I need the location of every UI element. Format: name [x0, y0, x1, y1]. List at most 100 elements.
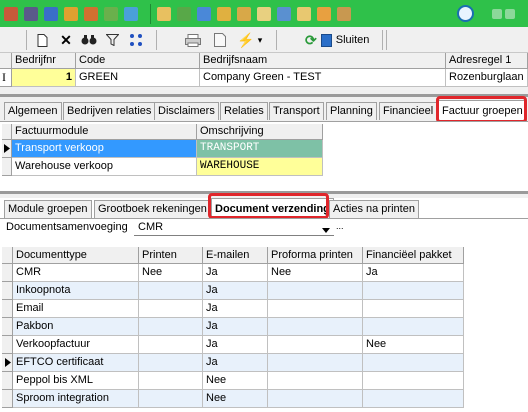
cell-adresregel[interactable]: Rozenburglaan — [446, 69, 528, 87]
horizontal-splitter[interactable] — [0, 94, 528, 97]
doc-cell-proforma[interactable] — [268, 354, 363, 372]
header-emailen[interactable]: E-mailen — [203, 247, 268, 264]
filter-icon[interactable] — [104, 31, 120, 49]
cell-factuurmodule-0[interactable]: Transport verkoop — [12, 140, 197, 158]
ellipsis-button[interactable]: ... — [336, 221, 344, 231]
tab-transport[interactable]: Transport — [269, 102, 324, 120]
header-omschrijving[interactable]: Omschrijving — [197, 124, 323, 140]
doc-cell-financieel[interactable]: Ja — [363, 264, 464, 282]
users-icon[interactable] — [64, 6, 78, 21]
tab-relaties[interactable]: Relaties — [220, 102, 268, 120]
header-code[interactable]: Code — [76, 53, 200, 69]
tab-document-verzending[interactable]: Document verzending — [211, 198, 334, 220]
doc-cell-emailen[interactable]: Nee — [203, 372, 268, 390]
doc-cell-financieel[interactable] — [363, 372, 464, 390]
header-bedrijfsnaam[interactable]: Bedrijfsnaam — [200, 53, 446, 69]
doc-cell-proforma[interactable] — [268, 282, 363, 300]
doc-cell-printen[interactable] — [139, 300, 203, 318]
sluiten-button[interactable]: ⟳ Sluiten — [301, 30, 373, 50]
doc-samenvoeging-select[interactable]: CMR — [134, 219, 334, 236]
money-icon[interactable] — [104, 6, 118, 21]
doc-cell-proforma[interactable] — [268, 336, 363, 354]
doc-cell-printen[interactable] — [139, 282, 203, 300]
doc-cell-documenttype[interactable]: Inkoopnota — [13, 282, 139, 300]
cell-code[interactable]: GREEN — [76, 69, 200, 87]
doc-cell-emailen[interactable]: Ja — [203, 336, 268, 354]
doc-cell-documenttype[interactable]: Email — [13, 300, 139, 318]
sort-icon[interactable] — [127, 31, 145, 49]
header-adresregel[interactable]: Adresregel 1 — [446, 53, 528, 69]
doc-cell-emailen[interactable]: Ja — [203, 264, 268, 282]
header-documenttype[interactable]: Documenttype — [13, 247, 139, 264]
doc-cell-proforma[interactable] — [268, 300, 363, 318]
tab-module-groepen[interactable]: Module groepen — [4, 200, 92, 218]
clipboard-icon[interactable] — [157, 6, 171, 21]
orders-icon[interactable] — [44, 6, 58, 21]
doc-cell-proforma[interactable] — [268, 318, 363, 336]
header-proforma-printen[interactable]: Proforma printen — [268, 247, 363, 264]
cell-omschrijving-0[interactable]: TRANSPORT — [197, 140, 323, 158]
doc-cell-proforma[interactable]: Nee — [268, 264, 363, 282]
pencil-icon[interactable] — [317, 6, 331, 21]
doc-cell-documenttype[interactable]: Sproom integration — [13, 390, 139, 408]
doc-cell-financieel[interactable] — [363, 300, 464, 318]
doc-cell-printen[interactable] — [139, 318, 203, 336]
user-group-icon[interactable] — [84, 6, 98, 21]
new-document-icon[interactable] — [34, 31, 50, 49]
doc-cell-printen[interactable] — [139, 354, 203, 372]
checklist-icon[interactable] — [277, 6, 291, 21]
doc-cell-emailen[interactable]: Ja — [203, 300, 268, 318]
doc-cell-emailen[interactable]: Ja — [203, 354, 268, 372]
truck-icon[interactable] — [4, 6, 18, 21]
doc-cell-printen[interactable] — [139, 372, 203, 390]
globe-icon[interactable] — [457, 5, 474, 22]
edit-icon[interactable] — [237, 6, 251, 21]
check-icon[interactable] — [257, 6, 271, 21]
doc-cell-documenttype[interactable]: EFTCO certificaat — [13, 354, 139, 372]
tree-icon[interactable] — [177, 6, 191, 21]
tab-financieel[interactable]: Financieel — [379, 102, 438, 120]
header-bedrijfnr[interactable]: Bedrijfnr — [12, 53, 76, 69]
doc-cell-documenttype[interactable]: Peppol bis XML — [13, 372, 139, 390]
lightning-icon[interactable]: ⚡ — [237, 31, 254, 49]
tab-algemeen[interactable]: Algemeen — [4, 102, 62, 120]
doc-cell-financieel[interactable] — [363, 318, 464, 336]
tab-grootboek-rekeningen[interactable]: Grootboek rekeningen — [94, 200, 211, 218]
box-icon[interactable] — [337, 6, 351, 21]
doc-cell-financieel[interactable] — [363, 390, 464, 408]
doc-cell-financieel[interactable]: Nee — [363, 336, 464, 354]
doc-cell-printen[interactable] — [139, 390, 203, 408]
note-icon[interactable] — [297, 6, 311, 21]
cell-bedrijfnr[interactable]: 1 — [12, 69, 76, 87]
tab-disclaimers[interactable]: Disclaimers — [154, 102, 219, 120]
image-icon[interactable] — [124, 6, 138, 21]
doc-cell-printen[interactable] — [139, 336, 203, 354]
tab-factuur-groepen[interactable]: Factuur groepen — [438, 100, 527, 122]
doc-cell-emailen[interactable]: Ja — [203, 318, 268, 336]
cell-omschrijving-1[interactable]: WAREHOUSE — [197, 158, 323, 176]
horizontal-splitter[interactable] — [0, 191, 528, 194]
grid-icon[interactable] — [197, 6, 211, 21]
doc-cell-proforma[interactable] — [268, 372, 363, 390]
binoculars-icon[interactable] — [80, 31, 98, 49]
print-icon[interactable] — [184, 31, 202, 49]
tab-bedrijven-relaties[interactable]: Bedrijven relaties — [63, 102, 156, 120]
structure-icon[interactable] — [217, 6, 231, 21]
header-financieel-pakket[interactable]: Financiëel pakket — [363, 247, 464, 264]
delete-icon[interactable]: ✕ — [58, 31, 74, 49]
doc-cell-documenttype[interactable]: Verkoopfactuur — [13, 336, 139, 354]
doc-cell-emailen[interactable]: Ja — [203, 282, 268, 300]
header-printen[interactable]: Printen — [139, 247, 203, 264]
header-factuurmodule[interactable]: Factuurmodule — [12, 124, 197, 140]
cell-bedrijfsnaam[interactable]: Company Green - TEST — [200, 69, 446, 87]
tab-acties-na-printen[interactable]: Acties na printen — [329, 200, 419, 218]
doc-cell-documenttype[interactable]: CMR — [13, 264, 139, 282]
doc-cell-financieel[interactable] — [363, 282, 464, 300]
doc-cell-printen[interactable]: Nee — [139, 264, 203, 282]
doc-cell-emailen[interactable]: Nee — [203, 390, 268, 408]
tab-planning[interactable]: Planning — [326, 102, 377, 120]
doc-cell-proforma[interactable] — [268, 390, 363, 408]
preview-icon[interactable] — [212, 31, 228, 49]
trailer-icon[interactable] — [24, 6, 38, 21]
cell-factuurmodule-1[interactable]: Warehouse verkoop — [12, 158, 197, 176]
